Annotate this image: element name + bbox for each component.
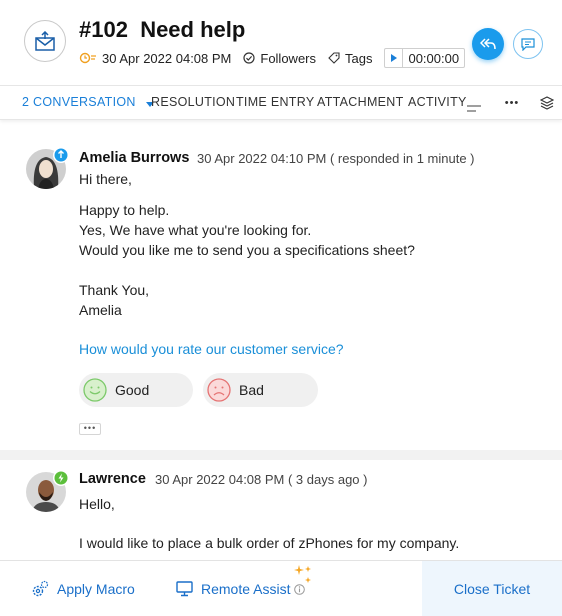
remote-assist-label: Remote Assist bbox=[201, 581, 291, 597]
channel-badge-icon bbox=[53, 470, 69, 486]
tab-resolution[interactable]: RESOLUTION bbox=[151, 95, 235, 109]
conversation-thread: Amelia Burrows 30 Apr 2022 04:10 PM ( re… bbox=[0, 121, 562, 450]
due-date: 30 Apr 2022 04:08 PM bbox=[79, 51, 231, 66]
message-line: Hi there, bbox=[79, 171, 132, 187]
reply-button[interactable] bbox=[472, 28, 504, 60]
more-dots: ••• bbox=[504, 97, 520, 109]
check-circle-icon bbox=[243, 52, 255, 64]
ticket-subject: Need help bbox=[140, 17, 246, 42]
message-line: Amelia bbox=[79, 302, 122, 318]
tab-conversation-label: 2 CONVERSATION bbox=[22, 95, 136, 109]
play-icon[interactable] bbox=[385, 49, 404, 67]
layers-icon bbox=[540, 96, 554, 110]
rating-question: How would you rate our customer service? bbox=[79, 341, 344, 357]
ticket-footer: Apply Macro Remote Assist Close Ticket bbox=[0, 560, 562, 616]
tags-button[interactable]: Tags bbox=[328, 51, 372, 66]
thread-divider bbox=[0, 450, 562, 460]
message-line: Hello, bbox=[79, 496, 115, 512]
ticket-title: #102 Need help bbox=[79, 17, 245, 43]
reply-all-icon bbox=[480, 38, 496, 50]
rating-bad-label: Bad bbox=[239, 382, 264, 398]
message-line: Happy to help. bbox=[79, 202, 170, 218]
message-author: Lawrence bbox=[79, 471, 146, 487]
filter-lines-icon[interactable] bbox=[467, 100, 481, 118]
tab-time-entry[interactable]: TIME ENTRY bbox=[236, 95, 314, 109]
message-time: 30 Apr 2022 04:10 PM ( responded in 1 mi… bbox=[197, 151, 475, 166]
show-quoted-button[interactable]: ••• bbox=[79, 423, 101, 435]
timer-value: 00:00:00 bbox=[408, 50, 460, 66]
apply-macro-button[interactable]: Apply Macro bbox=[31, 561, 135, 616]
ticket-meta: 30 Apr 2022 04:08 PM Followers Tags 00:0… bbox=[79, 48, 466, 68]
sparkle-icon bbox=[294, 565, 314, 592]
comment-button[interactable] bbox=[513, 29, 543, 59]
created-time: 30 Apr 2022 04:08 PM bbox=[102, 50, 232, 66]
message-author: Amelia Burrows bbox=[79, 150, 190, 166]
due-clock-icon bbox=[79, 52, 97, 64]
followers-button[interactable]: Followers bbox=[243, 51, 316, 66]
conversation-thread: Lawrence 30 Apr 2022 04:08 PM ( 3 days a… bbox=[0, 460, 562, 560]
gears-icon bbox=[31, 580, 49, 598]
tags-label: Tags bbox=[345, 50, 373, 66]
ticket-tabs: 2 CONVERSATION RESOLUTION TIME ENTRY ATT… bbox=[0, 86, 562, 120]
monitor-icon bbox=[176, 581, 193, 597]
ticket-timer: 00:00:00 bbox=[384, 48, 466, 68]
rating-good-label: Good bbox=[115, 382, 150, 398]
rating-good-button[interactable]: Good bbox=[79, 373, 193, 407]
message-line: Would you like me to send you a specific… bbox=[79, 242, 415, 258]
apply-macro-label: Apply Macro bbox=[57, 581, 135, 597]
tag-icon bbox=[328, 52, 340, 64]
agent-badge-icon bbox=[53, 147, 69, 163]
message-line: Yes, We have what you're looking for. bbox=[79, 222, 312, 238]
sad-face-icon bbox=[207, 378, 231, 402]
tab-activity[interactable]: ACTIVITY bbox=[408, 95, 467, 109]
message-time: 30 Apr 2022 04:08 PM ( 3 days ago ) bbox=[155, 472, 368, 487]
close-ticket-label: Close Ticket bbox=[453, 581, 531, 597]
close-ticket-button[interactable]: Close Ticket bbox=[422, 561, 562, 616]
ticket-header: #102 Need help 30 Apr 2022 04:08 PM Foll… bbox=[0, 0, 562, 86]
message-line: I would like to place a bulk order of zP… bbox=[79, 535, 460, 551]
more-tabs-button[interactable]: ••• bbox=[494, 86, 530, 120]
ticket-number: #102 bbox=[79, 17, 128, 42]
tab-conversation[interactable]: 2 CONVERSATION bbox=[22, 95, 154, 110]
remote-assist-button[interactable]: Remote Assist bbox=[176, 561, 306, 616]
layers-button[interactable] bbox=[532, 86, 562, 120]
happy-face-icon bbox=[83, 378, 107, 402]
rating-bad-button[interactable]: Bad bbox=[203, 373, 318, 407]
comment-icon bbox=[521, 37, 535, 51]
followers-label: Followers bbox=[260, 50, 316, 66]
tab-attachment[interactable]: ATTACHMENT bbox=[317, 95, 404, 109]
message-line: Thank You, bbox=[79, 282, 150, 298]
email-ticket-icon bbox=[24, 20, 66, 62]
